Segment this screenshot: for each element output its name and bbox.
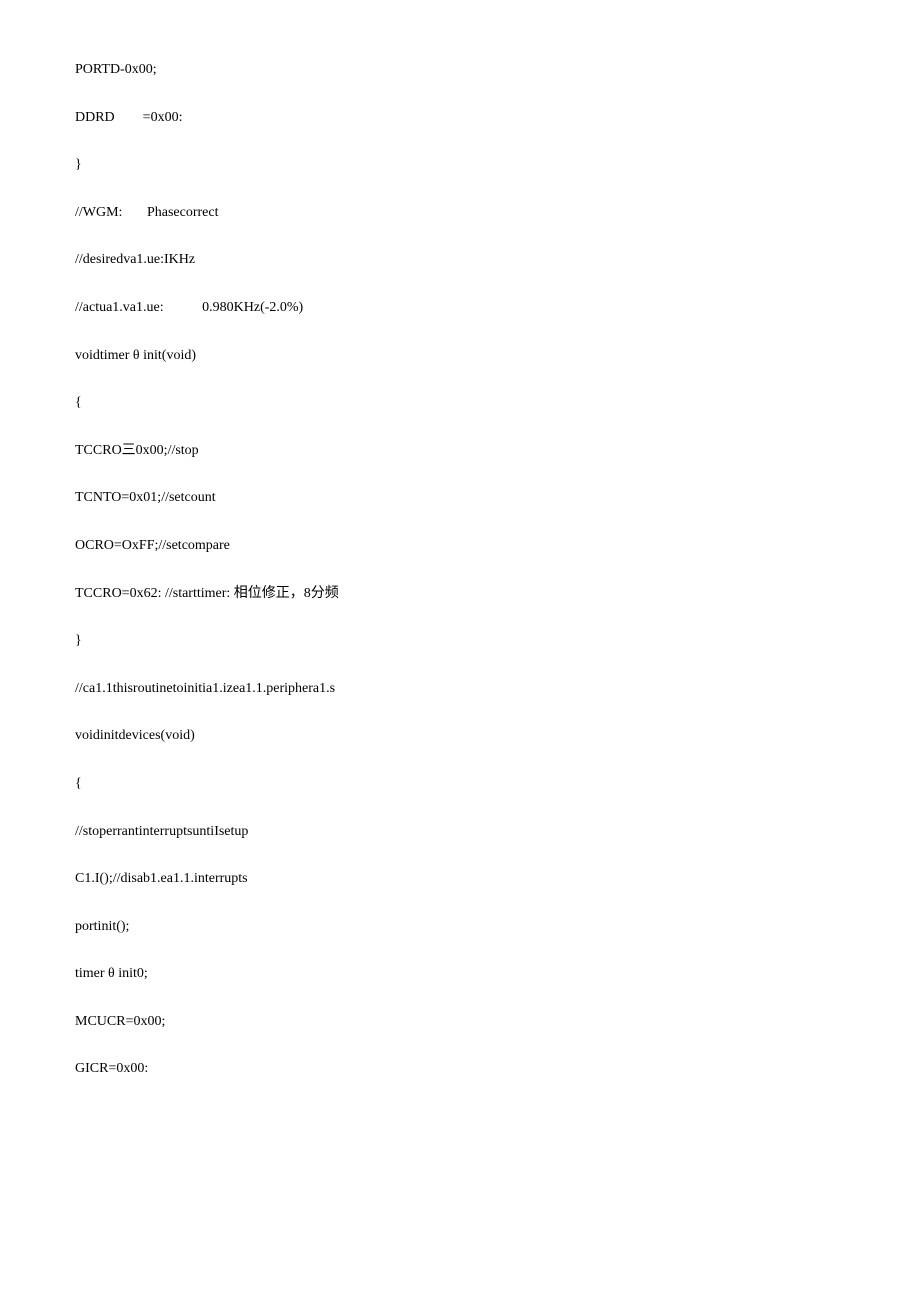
code-line: {	[75, 393, 845, 413]
code-line: GICR=0x00:	[75, 1059, 845, 1079]
code-line: DDRD =0x00:	[75, 108, 845, 128]
code-line: TCNTO=0x01;//setcount	[75, 488, 845, 508]
code-line: timer θ init0;	[75, 964, 845, 984]
code-line: }	[75, 155, 845, 175]
code-line: //ca1.1thisroutinetoinitia1.izea1.1.peri…	[75, 679, 845, 699]
code-line: portinit();	[75, 917, 845, 937]
code-line: voidinitdevices(void)	[75, 726, 845, 746]
code-line: PORTD-0x00;	[75, 60, 845, 80]
code-line: voidtimer θ init(void)	[75, 346, 845, 366]
code-line: OCRO=OxFF;//setcompare	[75, 536, 845, 556]
code-line: //stoperrantinterruptsuntiIsetup	[75, 822, 845, 842]
code-line: {	[75, 774, 845, 794]
code-line: TCCRO三0x00;//stop	[75, 441, 845, 461]
code-line: MCUCR=0x00;	[75, 1012, 845, 1032]
code-line: C1.I();//disab1.ea1.1.interrupts	[75, 869, 845, 889]
code-line: TCCRO=0x62: //starttimer: 相位修正，8分频	[75, 584, 845, 604]
code-line: //desiredva1.ue:IKHz	[75, 250, 845, 270]
code-block: PORTD-0x00; DDRD =0x00: } //WGM: Phaseco…	[75, 60, 845, 1079]
code-line: //actua1.va1.ue: 0.980KHz(-2.0%)	[75, 298, 845, 318]
code-line: //WGM: Phasecorrect	[75, 203, 845, 223]
code-line: }	[75, 631, 845, 651]
